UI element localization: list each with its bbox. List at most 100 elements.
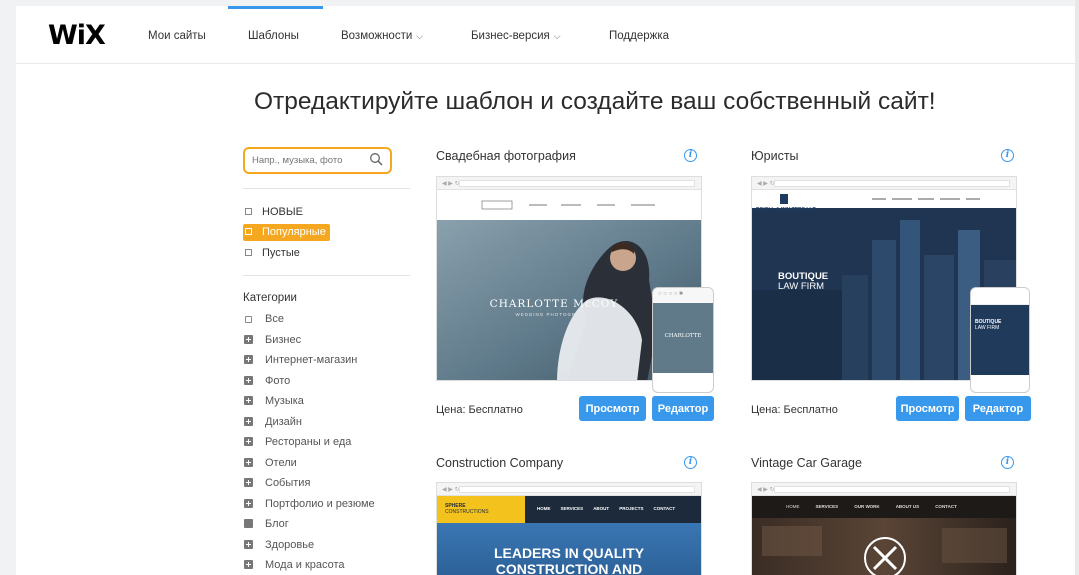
garage-preview-image bbox=[752, 518, 1016, 575]
law-preview-heading: BOUTIQUE LAW FIRM bbox=[778, 272, 828, 292]
filter-blank[interactable]: Пустые bbox=[243, 245, 304, 262]
template-title[interactable]: Construction Company bbox=[436, 456, 563, 470]
category-label: Бизнес bbox=[265, 334, 302, 346]
category-design[interactable]: Дизайн bbox=[243, 413, 302, 431]
templates-page: WiX Мои сайты Шаблоны Возможности ⌵ Бизне… bbox=[16, 6, 1079, 575]
category-photo[interactable]: Фото bbox=[243, 372, 290, 390]
template-title[interactable]: Свадебная фотография bbox=[436, 149, 576, 163]
mobile-preview: BOUTIQUE LAW FIRM bbox=[970, 287, 1030, 393]
category-label: Блог bbox=[265, 518, 289, 530]
checkbox-icon bbox=[245, 228, 252, 235]
nav-my-sites-label: Мои сайты bbox=[148, 30, 206, 42]
view-button[interactable]: Просмотр bbox=[579, 396, 646, 421]
browser-url-bar bbox=[459, 486, 695, 493]
expand-plus-icon bbox=[244, 540, 253, 549]
construction-menu-item: ABOUT bbox=[593, 506, 610, 511]
edit-button[interactable]: Редактор bbox=[965, 396, 1031, 421]
search-icon[interactable] bbox=[369, 152, 384, 167]
wedding-preview-subtitle: WEDDING PHOTOGRAPHY bbox=[515, 312, 593, 317]
mobile-preview-heading: BOUTIQUE LAW FIRM bbox=[971, 305, 1029, 375]
construction-brand-2: CONSTRUCTIONS bbox=[445, 509, 489, 515]
expand-plus-icon bbox=[244, 417, 253, 426]
category-events[interactable]: События bbox=[243, 474, 310, 492]
browser-bar: ◀ ▶ ↻ bbox=[437, 483, 701, 496]
nav-business-label: Бизнес-версия bbox=[471, 30, 550, 42]
construction-nav: SPHERE CONSTRUCTIONS HOME SERVICES ABOUT PR… bbox=[437, 496, 701, 523]
browser-nav-icon: ◀ ▶ ↻ bbox=[442, 181, 460, 187]
category-label: Портфолио и резюме bbox=[265, 498, 375, 510]
template-search[interactable] bbox=[243, 147, 392, 174]
filter-popular-label: Популярные bbox=[262, 226, 326, 238]
category-restaurants[interactable]: Рестораны и еда bbox=[243, 433, 351, 451]
construction-hero-heading-1: LEADERS IN QUALITY bbox=[493, 545, 645, 561]
expand-plus-icon bbox=[244, 335, 253, 344]
info-icon[interactable]: i bbox=[1001, 456, 1014, 469]
nav-templates-label: Шаблоны bbox=[248, 30, 299, 42]
category-label: События bbox=[265, 477, 311, 489]
nav-features[interactable]: Возможности ⌵ bbox=[341, 30, 423, 42]
category-portfolio[interactable]: Портфолио и резюме bbox=[243, 495, 375, 513]
wedding-preview-name: CHARLOTTE McCOY bbox=[489, 298, 619, 310]
garage-menu-item: SERVICES bbox=[815, 504, 839, 509]
category-label: Рестораны и еда bbox=[265, 436, 352, 448]
nav-support-label: Поддержка bbox=[609, 30, 669, 42]
checkbox-icon bbox=[245, 249, 252, 256]
category-hotels[interactable]: Отели bbox=[243, 454, 297, 472]
info-icon[interactable]: i bbox=[1001, 149, 1014, 162]
browser-nav-icon: ◀ ▶ ↻ bbox=[442, 487, 460, 493]
category-all[interactable]: Все bbox=[243, 310, 284, 328]
expand-plus-icon bbox=[244, 560, 253, 569]
expand-plus-icon bbox=[244, 355, 253, 364]
garage-menu-item: CONTACT bbox=[935, 504, 957, 509]
template-title[interactable]: Vintage Car Garage bbox=[751, 456, 862, 470]
wix-logo[interactable]: WiX bbox=[48, 20, 106, 51]
category-online-store[interactable]: Интернет-магазин bbox=[243, 351, 357, 369]
checkbox-icon bbox=[245, 208, 252, 215]
filter-new[interactable]: НОВЫЕ bbox=[243, 204, 307, 221]
garage-nav: HOME SERVICES OUR WORK ABOUT US CONTACT bbox=[752, 496, 1016, 518]
browser-bar: ◀ ▶ ↻ bbox=[437, 177, 701, 190]
categories-title: Категории bbox=[243, 292, 297, 304]
category-label: Дизайн bbox=[265, 416, 302, 428]
sidebar-divider bbox=[243, 275, 410, 276]
mobile-preview-name: CHARLOTTE bbox=[653, 303, 713, 373]
category-blog[interactable]: Блог bbox=[243, 515, 289, 533]
mobile-preview-bar: ○ ○ ○ ○ ■ bbox=[653, 288, 713, 303]
edit-button[interactable]: Редактор bbox=[652, 396, 714, 421]
scrollbar[interactable] bbox=[1075, 0, 1079, 575]
category-label: Музыка bbox=[265, 395, 304, 407]
nav-business[interactable]: Бизнес-версия ⌵ bbox=[471, 30, 561, 42]
checkbox-icon bbox=[245, 316, 252, 323]
expand-plus-icon bbox=[244, 499, 253, 508]
info-icon[interactable]: i bbox=[684, 456, 697, 469]
category-business[interactable]: Бизнес bbox=[243, 331, 301, 349]
expand-plus-icon bbox=[244, 396, 253, 405]
construction-menu-item: PROJECTS bbox=[619, 506, 644, 511]
browser-bar: ◀ ▶ ↻ bbox=[752, 177, 1016, 190]
category-health[interactable]: Здоровье bbox=[243, 536, 314, 554]
construction-hero: LEADERS IN QUALITY CONSTRUCTION AND bbox=[437, 523, 701, 575]
template-price: Цена: Бесплатно bbox=[436, 404, 523, 416]
search-input[interactable] bbox=[245, 149, 363, 172]
template-thumbnail-garage[interactable]: ◀ ▶ ↻ HOME SERVICES OUR WORK ABOUT US CONTAC… bbox=[751, 482, 1017, 575]
top-header: WiX Мои сайты Шаблоны Возможности ⌵ Бизне… bbox=[16, 6, 1079, 64]
template-thumbnail-construction[interactable]: ◀ ▶ ↻ SPHERE CONSTRUCTIONS HOME SERVICES A… bbox=[436, 482, 702, 575]
construction-menu-item: CONTACT bbox=[653, 506, 676, 511]
info-icon[interactable]: i bbox=[684, 149, 697, 162]
construction-logo: SPHERE CONSTRUCTIONS bbox=[437, 496, 525, 523]
construction-menu-item: HOME bbox=[537, 506, 551, 511]
expand-plus-icon bbox=[244, 376, 253, 385]
filter-popular[interactable]: Популярные bbox=[243, 224, 330, 241]
mobile-preview: ○ ○ ○ ○ ■ CHARLOTTE bbox=[652, 287, 714, 393]
template-title[interactable]: Юристы bbox=[751, 149, 799, 163]
mobile-preview-bar bbox=[971, 288, 1029, 305]
nav-support[interactable]: Поддержка bbox=[609, 30, 669, 42]
nav-templates[interactable]: Шаблоны bbox=[248, 30, 299, 42]
garage-menu-item: OUR WORK bbox=[854, 504, 880, 509]
view-button[interactable]: Просмотр bbox=[896, 396, 959, 421]
browser-url-bar bbox=[774, 180, 1010, 187]
nav-my-sites[interactable]: Мои сайты bbox=[148, 30, 206, 42]
category-label: Здоровье bbox=[265, 539, 315, 551]
category-fashion[interactable]: Мода и красота bbox=[243, 556, 345, 574]
category-music[interactable]: Музыка bbox=[243, 392, 304, 410]
